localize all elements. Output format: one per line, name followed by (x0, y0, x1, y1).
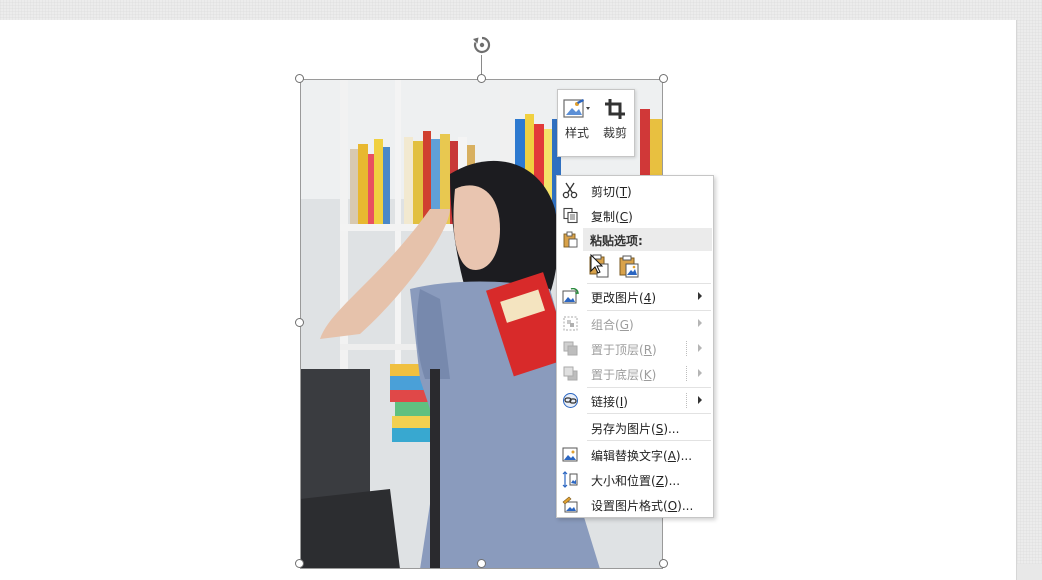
submenu-arrow-icon (698, 292, 702, 300)
paste-options-label: 粘贴选项: (590, 234, 643, 248)
save-as-picture-label: 另存为图片( (591, 422, 656, 436)
edit-alt-text-label: 编辑替换文字( (591, 449, 668, 463)
change-picture-label: 更改图片( (591, 291, 644, 305)
context-menu: 剪切(T) 复制(C) 粘贴选项: 更改图片(4) 组合(G) 置于顶层(R) … (556, 175, 714, 518)
mini-toolbar: 样式 裁剪 (557, 89, 635, 157)
link-label-end: ) (623, 395, 628, 409)
alt-text-icon (562, 447, 578, 462)
send-to-back-icon (563, 366, 578, 381)
link-label: 链接( (591, 395, 620, 409)
copy-accel-key: C (619, 210, 629, 224)
split-divider (686, 341, 688, 356)
group-accel-key: G (619, 318, 629, 332)
style-label: 样式 (564, 126, 589, 140)
paste-options-bar: 粘贴选项: (583, 228, 712, 251)
paste-picture-icon (619, 255, 639, 278)
format-picture-label: 设置图片格式( (591, 499, 668, 513)
paste-as-picture-button[interactable] (617, 254, 641, 280)
bring-to-front-icon (563, 341, 578, 356)
rotate-handle-icon[interactable] (471, 34, 493, 56)
split-divider (686, 366, 688, 381)
style-button[interactable]: 样式 (558, 90, 596, 156)
resize-handle-middle-left[interactable] (295, 318, 304, 327)
bring-to-front-label: 置于顶层( (591, 343, 644, 357)
menu-item-copy[interactable]: 复制(C) (558, 203, 712, 228)
link-icon (563, 393, 578, 408)
crop-icon (605, 99, 625, 119)
resize-handle-top-center[interactable] (477, 74, 486, 83)
size-position-label-end: )... (663, 474, 681, 488)
copy-label-end: ) (628, 210, 633, 224)
copy-label: 复制( (591, 210, 620, 224)
split-divider (686, 393, 688, 408)
send-to-back-label: 置于底层( (591, 368, 644, 382)
copy-icon (563, 207, 578, 224)
menu-item-link[interactable]: 链接(I) (558, 388, 712, 413)
change-picture-icon (562, 288, 579, 304)
crop-button[interactable]: 裁剪 (596, 90, 634, 156)
size-position-label: 大小和位置( (591, 474, 656, 488)
resize-handle-top-right[interactable] (659, 74, 668, 83)
scissors-icon (562, 182, 578, 199)
paste-options-header: 粘贴选项: (558, 227, 712, 252)
cut-accel-key: T (619, 185, 628, 199)
bring-to-front-label-end: ) (652, 343, 657, 357)
menu-item-save-as-picture[interactable]: 另存为图片(S)... (558, 415, 712, 440)
edit-alt-text-accel-key: A (667, 449, 676, 463)
group-icon (563, 316, 578, 331)
menu-item-format-picture[interactable]: 设置图片格式(O)... (558, 492, 712, 517)
cut-label-end: ) (627, 185, 632, 199)
paste-keep-format-button[interactable] (587, 253, 611, 279)
submenu-arrow-icon (698, 369, 702, 377)
format-picture-label-end: )... (677, 499, 694, 513)
size-position-icon (562, 471, 578, 488)
menu-item-edit-alt-text[interactable]: 编辑替换文字(A)... (558, 442, 712, 467)
menu-separator (587, 440, 711, 441)
menu-item-cut[interactable]: 剪切(T) (558, 178, 712, 203)
menu-separator (587, 413, 711, 414)
menu-item-change-picture[interactable]: 更改图片(4) (558, 284, 712, 309)
save-as-picture-label-end: )... (663, 422, 680, 436)
menu-item-group[interactable]: 组合(G) (558, 311, 712, 336)
format-picture-accel-key: O (667, 499, 678, 513)
paste-icon (563, 231, 578, 248)
group-label: 组合( (591, 318, 620, 332)
format-picture-icon (562, 496, 578, 513)
crop-label: 裁剪 (602, 126, 627, 140)
bring-to-front-accel-key: R (643, 343, 653, 357)
submenu-arrow-icon (698, 344, 702, 352)
menu-item-size-position[interactable]: 大小和位置(Z)... (558, 467, 712, 492)
change-picture-label-end: ) (651, 291, 657, 305)
send-to-back-label-end: ) (651, 368, 657, 382)
cut-label: 剪切( (591, 185, 620, 199)
menu-item-bring-to-front[interactable]: 置于顶层(R) (558, 336, 712, 361)
picture-style-icon (563, 99, 590, 118)
submenu-arrow-icon (698, 319, 702, 327)
submenu-arrow-icon (698, 396, 702, 404)
resize-handle-top-left[interactable] (295, 74, 304, 83)
size-position-accel-key: Z (655, 474, 664, 488)
menu-item-send-to-back[interactable]: 置于底层(K) (558, 361, 712, 386)
paste-use-destination-icon (589, 253, 609, 278)
edit-alt-text-label-end: )... (675, 449, 693, 463)
send-to-back-accel-key: K (643, 368, 652, 382)
group-label-end: ) (629, 318, 634, 332)
